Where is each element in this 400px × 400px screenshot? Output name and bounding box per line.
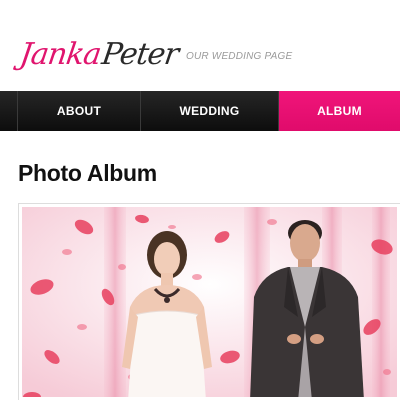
page-title: Photo Album	[18, 160, 157, 186]
album-photo-frame	[18, 203, 400, 400]
nav-item-about[interactable]: ABOUT	[18, 91, 141, 131]
album-photo[interactable]	[22, 207, 397, 397]
logo-first-name: Janka	[17, 37, 103, 72]
site-logo[interactable]: Janka Peter	[17, 22, 181, 72]
nav-item-album[interactable]: ALBUM	[279, 91, 400, 131]
site-tagline: OUR WEDDING PAGE	[186, 51, 293, 62]
logo-second-name: Peter	[99, 37, 181, 72]
main-nav: ABOUT WEDDING ALBUM	[0, 91, 400, 131]
wedding-photo-illustration	[22, 207, 397, 397]
nav-spacer	[0, 91, 18, 131]
nav-item-wedding[interactable]: WEDDING	[141, 91, 279, 131]
site-header: Janka Peter OUR WEDDING PAGE	[0, 0, 400, 91]
